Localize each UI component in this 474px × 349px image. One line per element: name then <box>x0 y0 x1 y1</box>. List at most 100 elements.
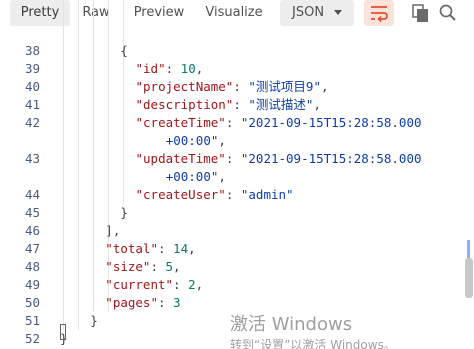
text-cursor <box>60 324 66 340</box>
json-key: "updateTime" <box>135 151 226 166</box>
indent-guide <box>93 0 95 312</box>
json-punctuation: } <box>120 205 128 220</box>
copy-icon <box>412 4 428 22</box>
json-punctuation: , <box>218 133 226 148</box>
json-punctuation: , <box>320 79 329 94</box>
line-number: 48 <box>24 259 40 274</box>
json-key: "projectName" <box>135 79 234 94</box>
line-number: 47 <box>24 241 40 256</box>
json-key: "total" <box>105 241 158 256</box>
line-number: 51 <box>24 313 40 328</box>
json-string: "2021-09-15T15:28:58.000 <box>240 115 422 130</box>
code-line: "total": 14, <box>105 240 195 258</box>
json-key: "id" <box>135 61 166 76</box>
line-number-gutter: 38 39 40 41 42 43 44 45 46 47 48 49 50 51 52 <box>0 38 44 349</box>
json-string: +00:00" <box>165 133 219 148</box>
line-number: 46 <box>24 223 40 238</box>
json-key: "current" <box>105 277 174 292</box>
code-editor[interactable]: 38 39 40 41 42 43 44 45 46 47 48 49 50 51 52 { "id": 10… <box>0 0 464 349</box>
json-punctuation: : <box>233 97 249 112</box>
line-number: 38 <box>24 43 40 58</box>
json-key: "size" <box>105 259 151 274</box>
line-number: 40 <box>24 79 40 94</box>
code-line: "projectName": "测试项目9", <box>136 78 329 96</box>
vertical-scrollbar[interactable] <box>464 26 474 349</box>
response-toolbar: Pretty Raw Preview Visualize JSON <box>0 0 474 26</box>
code-line: "size": 5, <box>105 258 180 276</box>
json-punctuation: } <box>90 313 98 328</box>
line-number: 39 <box>24 61 40 76</box>
json-punctuation: : <box>225 115 241 130</box>
json-punctuation: , <box>313 97 321 112</box>
tab-visualize[interactable]: Visualize <box>196 0 272 26</box>
line-number: 52 <box>24 331 40 346</box>
json-punctuation: : <box>157 295 174 310</box>
json-string: "测试描述" <box>248 97 314 112</box>
line-number: 50 <box>24 295 40 310</box>
json-punctuation: ], <box>105 223 121 238</box>
indent-guide <box>63 0 64 330</box>
json-punctuation: : <box>157 241 174 256</box>
code-line: +00:00", <box>166 132 226 150</box>
scrollbar-search-marker <box>467 240 470 258</box>
json-string: "admin" <box>240 187 294 202</box>
json-punctuation: : <box>233 79 249 94</box>
wrap-lines-icon <box>371 6 388 23</box>
code-line: } <box>90 312 98 330</box>
json-string: +00:00" <box>165 169 219 184</box>
json-punctuation: , <box>195 277 204 292</box>
json-key: "description" <box>135 97 234 112</box>
json-key: "pages" <box>105 295 158 310</box>
json-punctuation: : <box>225 151 241 166</box>
chevron-down-icon <box>334 10 342 15</box>
format-select[interactable]: JSON <box>280 0 354 26</box>
response-body-viewer: Pretty Raw Preview Visualize JSON 38 39 … <box>0 0 474 349</box>
code-line: ], <box>105 222 120 240</box>
json-key: "createTime" <box>135 115 226 130</box>
code-line: "description": "测试描述", <box>136 96 322 114</box>
code-line: +00:00", <box>166 168 226 186</box>
json-punctuation: { <box>120 43 128 58</box>
json-punctuation: : <box>165 61 181 76</box>
line-number: 41 <box>24 97 40 112</box>
activation-watermark-subtitle: 转到“设置”以激活 Windows。 <box>230 338 396 349</box>
json-punctuation: , <box>218 169 226 184</box>
json-number: 3 <box>173 295 181 310</box>
copy-button[interactable] <box>410 2 432 24</box>
code-line: { <box>120 42 128 60</box>
json-number: 5 <box>165 259 174 274</box>
code-line: "createTime": "2021-09-15T15:28:58.000 <box>136 114 422 132</box>
indent-guide <box>123 0 125 204</box>
code-line: } <box>120 204 128 222</box>
format-select-value: JSON <box>292 5 325 20</box>
tab-raw[interactable]: Raw <box>72 0 120 26</box>
code-line: "updateTime": "2021-09-15T15:28:58.000 <box>136 150 422 168</box>
json-number: 10 <box>180 61 196 76</box>
search-button[interactable] <box>437 2 459 24</box>
line-number: 43 <box>24 151 40 166</box>
json-punctuation: : <box>173 277 189 292</box>
indent-guide <box>78 0 80 330</box>
line-number: 45 <box>24 205 40 220</box>
json-punctuation: , <box>188 241 196 256</box>
search-icon <box>439 4 456 21</box>
wrap-lines-button[interactable] <box>364 0 394 26</box>
json-punctuation: : <box>150 259 166 274</box>
code-line: "id": 10, <box>136 60 204 78</box>
json-number: 2 <box>188 277 196 292</box>
line-number: 49 <box>24 277 40 292</box>
code-line: "pages": 3 <box>105 294 180 312</box>
tab-preview[interactable]: Preview <box>124 0 194 26</box>
json-number: 14 <box>173 241 189 256</box>
json-key: "createUser" <box>135 187 226 202</box>
json-punctuation: , <box>195 61 204 76</box>
activation-watermark-title: 激活 Windows <box>230 314 353 335</box>
tab-pretty[interactable]: Pretty <box>10 0 70 26</box>
json-punctuation: , <box>173 259 181 274</box>
scrollbar-thumb[interactable] <box>465 258 473 298</box>
code-line: "current": 2, <box>105 276 203 294</box>
line-number: 42 <box>24 115 40 130</box>
line-number: 44 <box>24 187 40 202</box>
json-string: "测试项目9" <box>248 79 321 94</box>
json-string: "2021-09-15T15:28:58.000 <box>240 151 422 166</box>
